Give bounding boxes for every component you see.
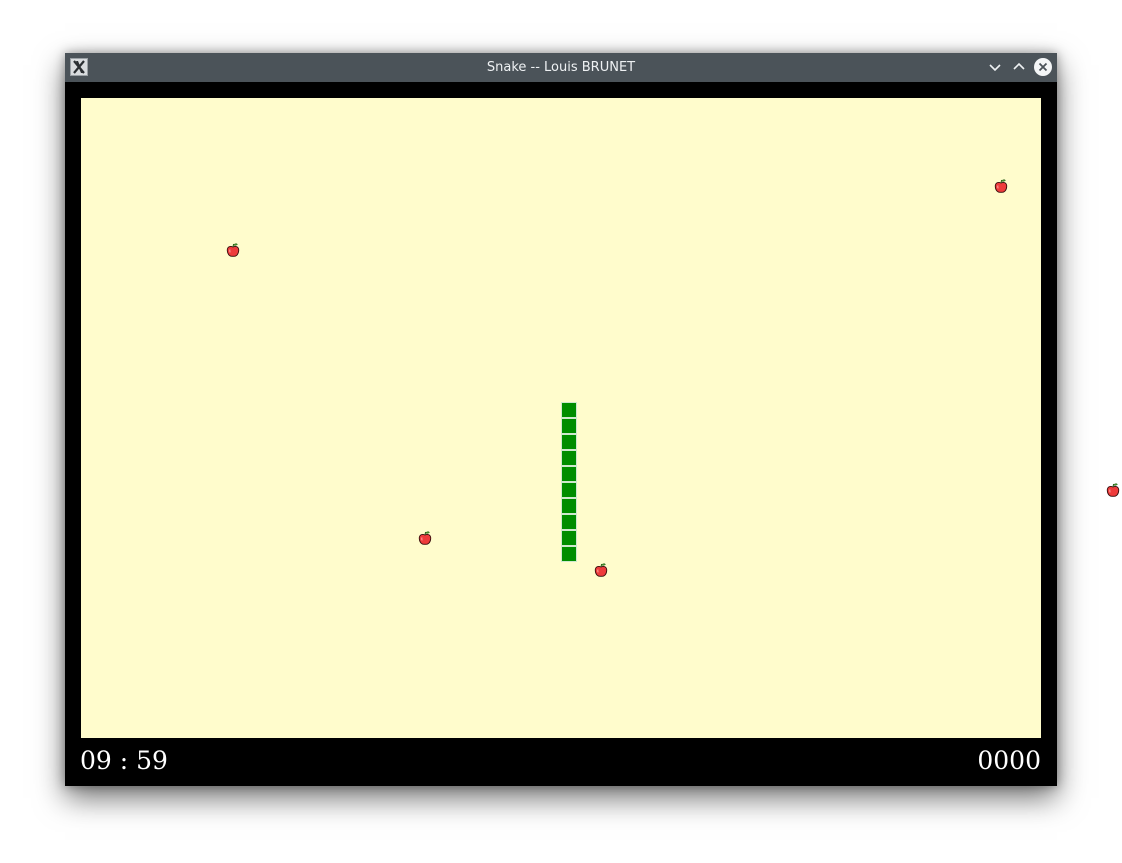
title-bar[interactable]: Snake -- Louis BRUNET [65,53,1057,82]
score-counter: 0000 [977,746,1041,775]
minimize-button[interactable] [985,57,1005,77]
window-title: Snake -- Louis BRUNET [486,60,636,75]
snake-segment [561,546,577,562]
apple-icon [1106,483,1120,497]
snake-segment [561,434,577,450]
chevron-down-icon [989,64,1001,72]
snake-head [561,402,577,418]
snake-segment [561,530,577,546]
apple-icon [594,563,608,577]
status-bar: 09 : 59 0000 [65,738,1057,786]
maximize-button[interactable] [1009,57,1029,77]
close-button[interactable] [1033,57,1053,77]
apple-icon [226,243,240,257]
snake-segment [561,418,577,434]
close-circle-icon [1034,58,1052,76]
apple-icon [994,179,1008,193]
snake-segment [561,466,577,482]
snake-segment [561,450,577,466]
snake-segment [561,514,577,530]
chevron-up-icon [1013,62,1025,70]
apple-icon [418,531,432,545]
snake-segment [561,482,577,498]
game-board[interactable] [81,98,1120,738]
game-window: Snake -- Louis BRUNET 09 : 59 0000 [65,53,1120,786]
snake-segment [561,498,577,514]
countdown-timer: 09 : 59 [80,746,168,775]
